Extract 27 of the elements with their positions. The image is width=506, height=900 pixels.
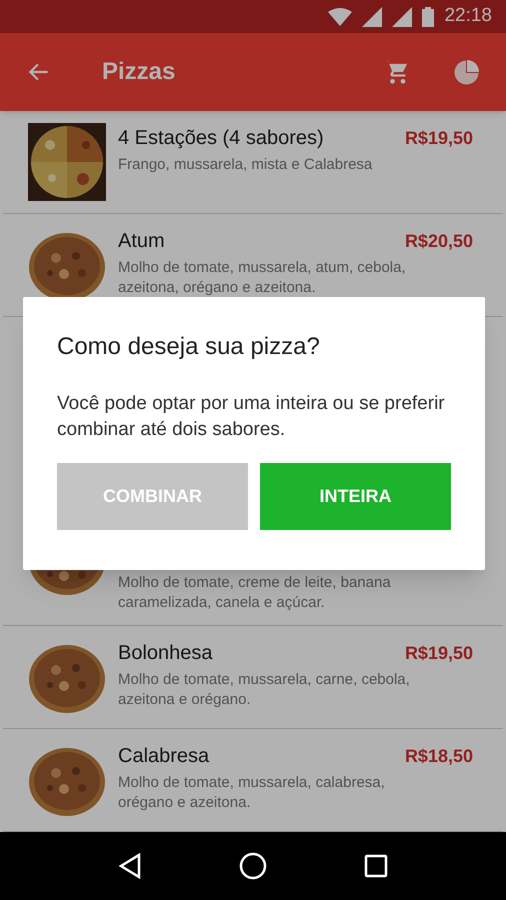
pizza-description: Molho de tomate, mussarela, calabresa, orégano e azeitona.: [118, 773, 386, 813]
app-bar-title: Pizzas: [102, 57, 176, 88]
signal-icon: [392, 6, 412, 27]
pizza-name: Calabresa: [118, 744, 210, 769]
back-nav-icon[interactable]: [118, 853, 142, 879]
pizza-description: Molho de tomate, mussarela, atum, cebola, azeitona, orégano e azeitona.: [118, 258, 407, 298]
pizza-price: R$19,50: [404, 127, 473, 150]
inteira-button[interactable]: INTEIRA: [260, 463, 451, 530]
pizza-price: R$19,50: [404, 642, 473, 665]
pizza-price: R$20,50: [404, 230, 473, 253]
pizza-description: Frango, mussarela, mista e Calabresa: [118, 155, 374, 175]
clock-time: 22:18: [444, 4, 492, 28]
battery-icon: [422, 6, 434, 27]
pizza-name: 4 Estações (4 sabores): [118, 126, 324, 151]
pie-chart-icon[interactable]: [454, 59, 480, 86]
combinar-button[interactable]: COMBINAR: [57, 463, 248, 530]
dialog-message: Você pode optar por uma inteira ou se preferir combinar até dois sabores.: [57, 392, 446, 442]
pizza-description: Molho de tomate, creme de leite, banana caramelizada, canela e açúcar.: [118, 573, 392, 613]
signal-icon: [362, 6, 382, 27]
wifi-icon: [328, 8, 352, 26]
pizza-price: R$18,50: [404, 745, 473, 768]
dialog-title: Como deseja sua pizza?: [57, 332, 321, 362]
home-nav-icon[interactable]: [238, 852, 267, 880]
pizza-name: Bolonhesa: [118, 641, 213, 666]
recents-nav-icon[interactable]: [364, 854, 388, 878]
pizza-name: Atum: [118, 229, 165, 254]
pizza-description: Molho de tomate, mussarela, carne, cebola, azeitona e orégano.: [118, 670, 411, 710]
